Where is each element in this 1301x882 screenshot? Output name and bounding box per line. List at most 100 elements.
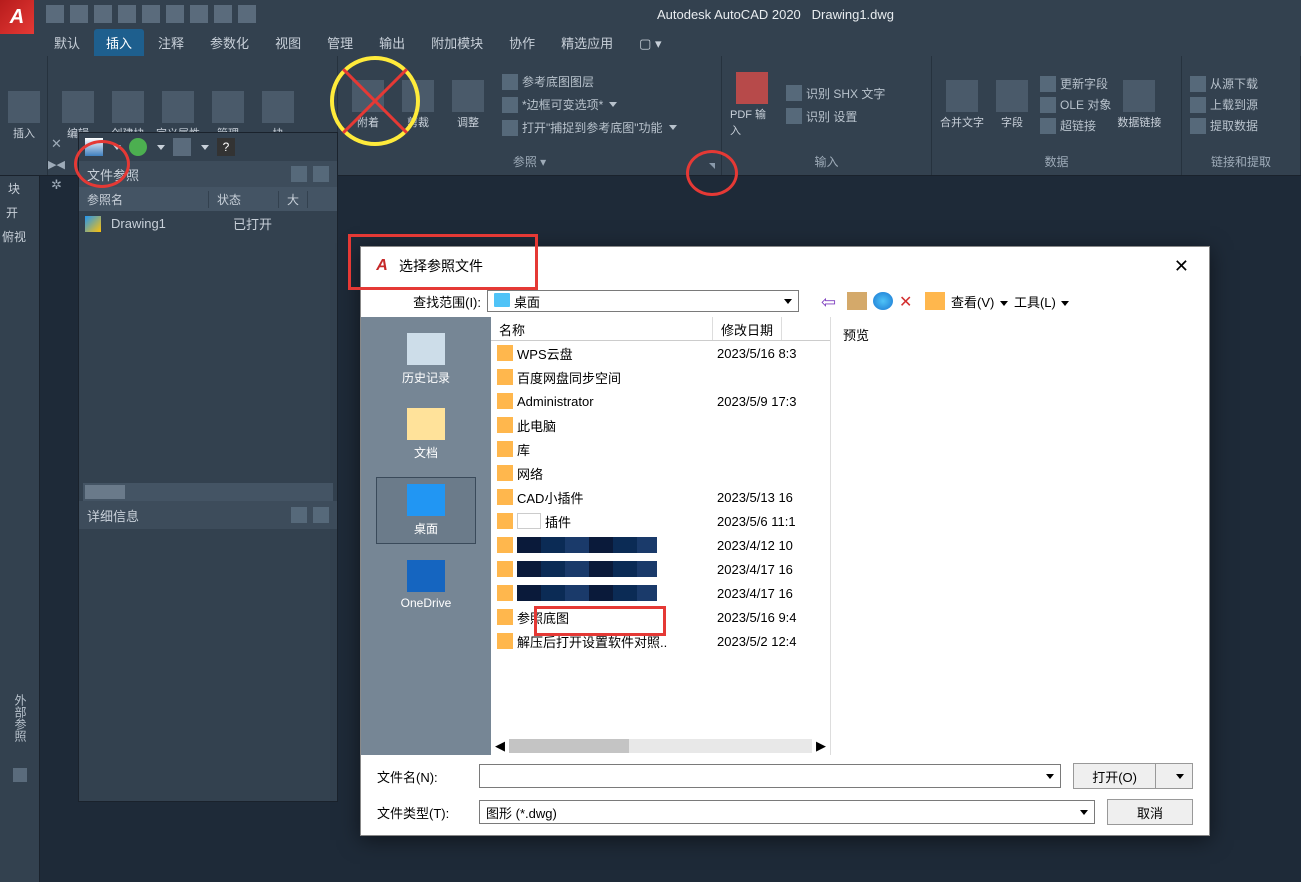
col-refname[interactable]: 参照名 bbox=[79, 191, 209, 208]
xref-header-label: 文件参照 bbox=[87, 165, 139, 184]
view-menu[interactable]: 查看(V) bbox=[951, 292, 1008, 311]
help-icon[interactable]: ? bbox=[217, 138, 235, 156]
place-documents[interactable]: 文档 bbox=[376, 402, 476, 467]
download-source-button[interactable]: 从源下载 bbox=[1190, 75, 1258, 92]
palette-gear-icon[interactable]: ✲ bbox=[51, 177, 62, 193]
file-list-hscroll[interactable]: ◀▶ bbox=[491, 737, 830, 755]
qat-mobile-icon[interactable] bbox=[166, 5, 184, 23]
file-row[interactable]: 百度网盘同步空间 bbox=[491, 365, 830, 389]
file-row[interactable]: 此电脑 bbox=[491, 413, 830, 437]
delete-icon[interactable]: ✕ bbox=[899, 292, 919, 310]
place-desktop[interactable]: 桌面 bbox=[376, 477, 476, 544]
ole-object-button[interactable]: OLE 对象 bbox=[1040, 96, 1111, 113]
tab-addins[interactable]: 附加模块 bbox=[419, 29, 495, 56]
file-row[interactable]: 网络 bbox=[491, 461, 830, 485]
tab-collaborate[interactable]: 协作 bbox=[497, 29, 547, 56]
file-row[interactable]: CAD小插件2023/5/13 16 bbox=[491, 485, 830, 509]
recognize-settings-button[interactable]: 识别 设置 bbox=[786, 108, 885, 125]
recognize-shx-button[interactable]: 识别 SHX 文字 bbox=[786, 85, 885, 102]
file-row[interactable]: 库 bbox=[491, 437, 830, 461]
file-icon bbox=[497, 609, 513, 625]
data-link-button[interactable]: 数据链接 bbox=[1117, 80, 1161, 130]
qat-open-icon[interactable] bbox=[70, 5, 88, 23]
open-dropdown-button[interactable] bbox=[1155, 763, 1193, 789]
col-date[interactable]: 修改日期 bbox=[713, 317, 782, 340]
panel-title-data: 数据 bbox=[932, 153, 1181, 175]
dialog-close-button[interactable]: ✕ bbox=[1166, 252, 1197, 281]
filename-combo[interactable] bbox=[479, 764, 1061, 788]
tab-annotate[interactable]: 注释 bbox=[146, 29, 196, 56]
tab-default[interactable]: 默认 bbox=[42, 29, 92, 56]
qat-new-icon[interactable] bbox=[46, 5, 64, 23]
new-folder-icon[interactable] bbox=[925, 292, 945, 310]
upload-source-button[interactable]: 上载到源 bbox=[1190, 96, 1258, 113]
open-button[interactable]: 打开(O) bbox=[1073, 763, 1156, 789]
back-icon[interactable]: ⇦ bbox=[821, 292, 841, 310]
col-status[interactable]: 状态 bbox=[209, 191, 279, 208]
combine-text-button[interactable]: 合并文字 bbox=[940, 80, 984, 130]
qat-print-icon[interactable] bbox=[190, 5, 208, 23]
insert-button[interactable]: 插入 bbox=[8, 91, 40, 141]
qat-web-icon[interactable] bbox=[142, 5, 160, 23]
cancel-button[interactable]: 取消 bbox=[1107, 799, 1193, 825]
attach-button[interactable]: 附着 bbox=[346, 80, 390, 130]
tab-manage[interactable]: 管理 bbox=[315, 29, 365, 56]
snap-underlay-button[interactable]: 打开"捕捉到参考底图"功能 bbox=[502, 119, 677, 136]
tab-parametric[interactable]: 参数化 bbox=[198, 29, 261, 56]
details-icons[interactable] bbox=[291, 507, 329, 523]
place-history[interactable]: 历史记录 bbox=[376, 327, 476, 392]
qat-save-icon[interactable] bbox=[94, 5, 112, 23]
hyperlink-button[interactable]: 超链接 bbox=[1040, 117, 1111, 134]
qat-saveas-icon[interactable] bbox=[118, 5, 136, 23]
tab-view[interactable]: 视图 bbox=[263, 29, 313, 56]
tab-output[interactable]: 输出 bbox=[367, 29, 417, 56]
tab-extra-icon[interactable]: ▢ ▾ bbox=[627, 32, 673, 56]
tab-featured[interactable]: 精选应用 bbox=[549, 29, 625, 56]
col-name[interactable]: 名称 bbox=[491, 317, 713, 340]
file-name: 百度网盘同步空间 bbox=[517, 368, 621, 387]
file-row[interactable]: WPS云盘2023/5/16 8:3 bbox=[491, 341, 830, 365]
refresh-icon[interactable] bbox=[129, 138, 147, 156]
panel-title-reference[interactable]: 参照 ▾ bbox=[338, 153, 721, 175]
clip-button[interactable]: 剪裁 bbox=[396, 80, 440, 130]
reference-dialog-launcher-icon[interactable] bbox=[709, 163, 715, 169]
file-name: CAD小插件 bbox=[517, 488, 583, 507]
changepath-icon[interactable] bbox=[173, 138, 191, 156]
file-row[interactable]: 插件2023/5/6 11:1 bbox=[491, 509, 830, 533]
file-row[interactable]: 2023/4/17 16 bbox=[491, 557, 830, 581]
palette-collapse-icon[interactable]: ▶◀ bbox=[48, 158, 65, 171]
up-icon[interactable] bbox=[847, 292, 867, 310]
file-name: 此电脑 bbox=[517, 416, 556, 435]
field-button[interactable]: 字段 bbox=[990, 80, 1034, 130]
pin-icon[interactable] bbox=[13, 768, 27, 782]
desktop-icon bbox=[494, 293, 510, 307]
tools-menu[interactable]: 工具(L) bbox=[1014, 292, 1070, 311]
attach-dwg-icon[interactable] bbox=[85, 138, 103, 156]
qat-redo-icon[interactable] bbox=[238, 5, 256, 23]
adjust-button[interactable]: 调整 bbox=[446, 80, 490, 130]
look-in-combo[interactable]: 桌面 bbox=[487, 290, 799, 312]
attach-dropdown-icon[interactable] bbox=[113, 145, 121, 150]
qat-undo-icon[interactable] bbox=[214, 5, 232, 23]
file-row[interactable]: 解压后打开设置软件对照..2023/5/2 12:4 bbox=[491, 629, 830, 653]
file-row[interactable]: Administrator2023/5/9 17:3 bbox=[491, 389, 830, 413]
file-row[interactable]: 2023/4/17 16 bbox=[491, 581, 830, 605]
col-size[interactable]: 大 bbox=[279, 191, 308, 208]
pdf-import-button[interactable]: PDF 输入 bbox=[730, 72, 774, 138]
place-onedrive[interactable]: OneDrive bbox=[376, 554, 476, 616]
tab-insert[interactable]: 插入 bbox=[94, 29, 144, 56]
app-logo[interactable] bbox=[0, 0, 34, 34]
xref-list-mode-icons[interactable] bbox=[291, 166, 329, 182]
update-field-button[interactable]: 更新字段 bbox=[1040, 75, 1111, 92]
xref-hscroll[interactable] bbox=[83, 483, 333, 501]
file-row[interactable]: 参照底图2023/5/16 9:4 bbox=[491, 605, 830, 629]
underlay-layers-button[interactable]: 参考底图图层 bbox=[502, 73, 677, 90]
frames-vary-button[interactable]: *边框可变选项* bbox=[502, 96, 677, 113]
xref-palette: ? 文件参照 参照名 状态 大 Drawing1 已打开 详细信息 bbox=[78, 132, 338, 802]
xref-row[interactable]: Drawing1 已打开 bbox=[79, 211, 337, 236]
palette-close-icon[interactable]: ✕ bbox=[51, 136, 62, 152]
file-row[interactable]: 2023/4/12 10 bbox=[491, 533, 830, 557]
filetype-combo[interactable]: 图形 (*.dwg) bbox=[479, 800, 1095, 824]
search-web-icon[interactable] bbox=[873, 292, 893, 310]
extract-data-button[interactable]: 提取数据 bbox=[1190, 117, 1258, 134]
